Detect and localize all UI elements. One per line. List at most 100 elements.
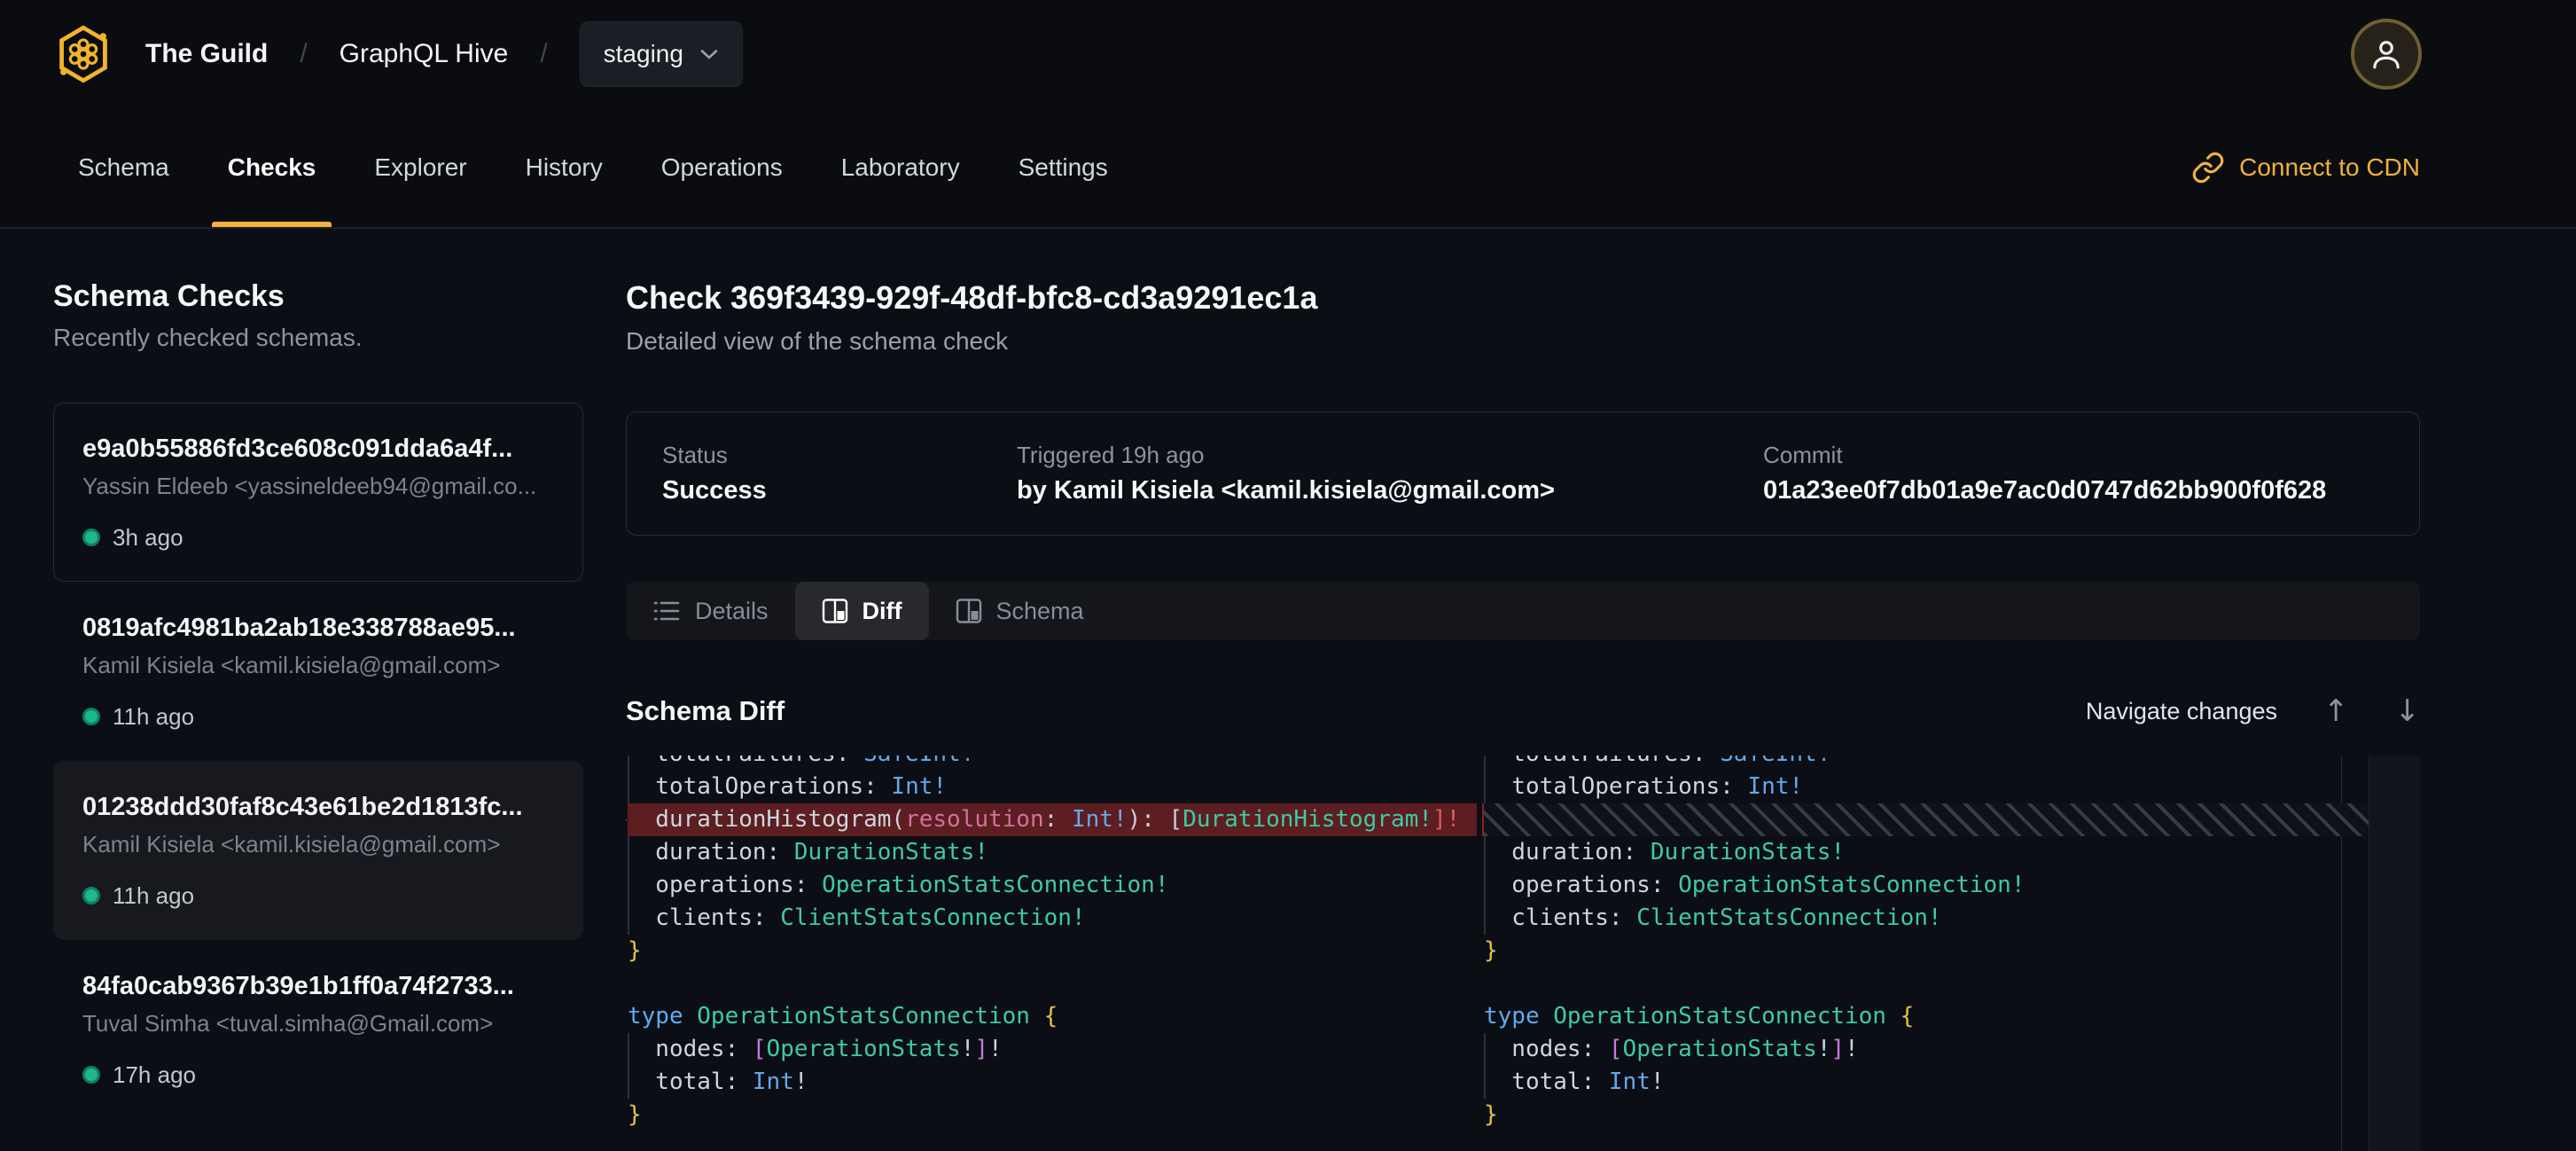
check-author: Tuval Simha <tuval.simha@Gmail.com> <box>82 1010 554 1037</box>
breadcrumb-separator: / <box>540 39 547 69</box>
check-author: Kamil Kisiela <kamil.kisiela@gmail.com> <box>82 652 554 678</box>
schema-check-item[interactable]: e14a7aff1af20091f79a72b8ffafb8bf... <box>53 1119 583 1151</box>
breadcrumb-org[interactable]: The Guild <box>145 39 268 69</box>
diff-line <box>628 967 1477 1000</box>
diff-line: totalFailures: SafeInt! <box>628 756 1477 771</box>
hive-logo-icon[interactable] <box>53 24 113 84</box>
triggered-column: Triggered 19h ago by Kamil Kisiela <kami… <box>1017 442 1763 505</box>
diff-line-removed: durationHistogram(resolution: Int!): [Du… <box>628 803 1477 836</box>
check-author: Yassin Eldeeb <yassineldeeb94@gmail.co..… <box>82 473 554 499</box>
connect-to-cdn-link[interactable]: Connect to CDN <box>2191 108 2420 227</box>
nav-tab-schema[interactable]: Schema <box>78 108 169 227</box>
diff-line: total: Int! <box>1484 1066 2369 1099</box>
breadcrumb-project[interactable]: GraphQL Hive <box>340 39 509 69</box>
commit-hash-value: 01a23ee0f7db01a9e7ac0d0747d62bb900f0f628 <box>1763 476 2384 505</box>
check-hash: 0819afc4981ba2ab18e338788ae95... <box>82 613 554 643</box>
check-list: e9a0b55886fd3ce608c091dda6a4f... Yassin E… <box>53 403 583 1151</box>
nav-tab-settings[interactable]: Settings <box>1019 108 1108 227</box>
nav-tab-operations[interactable]: Operations <box>661 108 783 227</box>
check-time: 11h ago <box>113 703 194 731</box>
diff-pane-modified: totalFailures: SafeInt! totalOperations:… <box>1482 756 2369 1151</box>
diff-pane-original: totalFailures: SafeInt! totalOperations:… <box>626 756 1477 1151</box>
diff-line: clients: ClientStatsConnection! <box>628 902 1477 935</box>
tab-diff[interactable]: Diff <box>795 582 929 640</box>
diff-line: totalOperations: Int! <box>628 771 1477 803</box>
schema-check-item[interactable]: e9a0b55886fd3ce608c091dda6a4f... Yassin E… <box>53 403 583 582</box>
tab-label: Details <box>695 598 769 625</box>
target-selector[interactable]: staging <box>580 21 743 87</box>
page-subtitle: Detailed view of the schema check <box>626 326 2420 356</box>
triggered-by-value: by Kamil Kisiela <kamil.kisiela@gmail.co… <box>1017 476 1763 505</box>
check-detail: Check 369f3439-929f-48df-bfc8-cd3a9291ec… <box>583 229 2576 1151</box>
list-icon <box>652 599 681 623</box>
chevron-down-icon <box>699 48 719 60</box>
check-hash: 84fa0cab9367b39e1b1ff0a74f2733... <box>82 971 554 1001</box>
diff-line: } <box>1484 1099 2369 1131</box>
tab-label: Schema <box>996 598 1084 625</box>
split-panel-icon <box>956 598 982 624</box>
nav-tab-history[interactable]: History <box>526 108 603 227</box>
commit-column: Commit 01a23ee0f7db01a9e7ac0d0747d62bb90… <box>1763 442 2384 505</box>
breadcrumb-separator: / <box>300 39 307 69</box>
check-time: 17h ago <box>113 1061 196 1089</box>
sidebar-subtitle: Recently checked schemas. <box>53 323 583 353</box>
user-menu-button[interactable] <box>2351 19 2422 90</box>
tab-details[interactable]: Details <box>626 582 795 640</box>
tab-label: Diff <box>863 598 902 625</box>
nav-tab-laboratory[interactable]: Laboratory <box>841 108 960 227</box>
diff-line: operations: OperationStatsConnection! <box>1484 869 2369 902</box>
navigate-down-icon[interactable]: ↓ <box>2395 696 2421 726</box>
status-column: Status Success <box>662 442 1017 505</box>
app-header: The Guild / GraphQL Hive / staging <box>0 0 2576 108</box>
page-content: Schema Checks Recently checked schemas. … <box>0 229 2576 1151</box>
status-dot <box>82 887 100 904</box>
diff-line: operations: OperationStatsConnection! <box>628 869 1477 902</box>
diff-title: Schema Diff <box>626 695 785 727</box>
status-value: Success <box>662 476 1017 505</box>
page-title: Check 369f3439-929f-48df-bfc8-cd3a9291ec… <box>626 278 2420 317</box>
check-meta: 3h ago <box>82 524 554 551</box>
check-meta: 11h ago <box>82 882 554 909</box>
diff-line: duration: DurationStats! <box>628 836 1477 869</box>
navigate-up-icon[interactable]: ↑ <box>2323 696 2349 726</box>
diff-header: Schema Diff Navigate changes ↑ ↓ <box>626 692 2420 731</box>
schema-check-item[interactable]: 0819afc4981ba2ab18e338788ae95... Kamil Ki… <box>53 582 583 761</box>
main-nav: Schema Checks Explorer History Operations Lab… <box>0 108 2576 229</box>
view-tabs: Details Diff Schema <box>626 582 2420 640</box>
user-icon <box>2368 35 2405 73</box>
check-hash: e9a0b55886fd3ce608c091dda6a4f... <box>82 434 554 464</box>
check-hash: 01238ddd30faf8c43e61be2d1813fc... <box>82 792 554 822</box>
diff-line: } <box>1484 935 2369 967</box>
schema-check-item[interactable]: 84fa0cab9367b39e1b1ff0a74f2733... Tuval S… <box>53 940 583 1119</box>
schema-check-item[interactable]: 01238ddd30faf8c43e61be2d1813fc... Kamil K… <box>53 761 583 940</box>
diff-line: duration: DurationStats! <box>1484 836 2369 869</box>
sidebar-title: Schema Checks <box>53 278 583 314</box>
nav-tab-checks[interactable]: Checks <box>228 108 316 227</box>
check-author: Kamil Kisiela <kamil.kisiela@gmail.com> <box>82 831 554 857</box>
schema-diff-editor: totalFailures: SafeInt! totalOperations:… <box>626 756 2420 1151</box>
breadcrumb: The Guild / GraphQL Hive / staging <box>145 21 743 87</box>
diff-line: totalOperations: Int! <box>1484 771 2369 803</box>
removed-line-marker: — <box>626 803 627 836</box>
split-panel-icon <box>822 598 848 624</box>
schema-checks-sidebar: Schema Checks Recently checked schemas. … <box>0 229 583 1151</box>
nav-tab-explorer[interactable]: Explorer <box>374 108 466 227</box>
diff-line: nodes: [OperationStats!]! <box>1484 1033 2369 1066</box>
diff-line: type OperationStatsConnection { <box>1484 1000 2369 1033</box>
target-selector-value: staging <box>604 40 683 68</box>
editor-scrollbar[interactable] <box>2369 756 2420 1151</box>
check-time: 11h ago <box>113 882 194 910</box>
diff-line <box>1484 967 2369 1000</box>
diff-line: } <box>628 935 1477 967</box>
check-time: 3h ago <box>113 524 183 552</box>
nav-tabs: Schema Checks Explorer History Operations Lab… <box>78 108 1108 227</box>
tab-schema[interactable]: Schema <box>929 582 1111 640</box>
navigate-changes: Navigate changes ↑ ↓ <box>2086 696 2420 726</box>
diff-line: type OperationStatsConnection { <box>628 1000 1477 1033</box>
status-dot <box>82 1066 100 1084</box>
status-dot <box>82 529 100 546</box>
status-card: Status Success Triggered 19h ago by Kami… <box>626 411 2420 536</box>
status-dot <box>82 708 100 725</box>
diff-line: } <box>628 1099 1477 1131</box>
check-meta: 17h ago <box>82 1061 554 1088</box>
